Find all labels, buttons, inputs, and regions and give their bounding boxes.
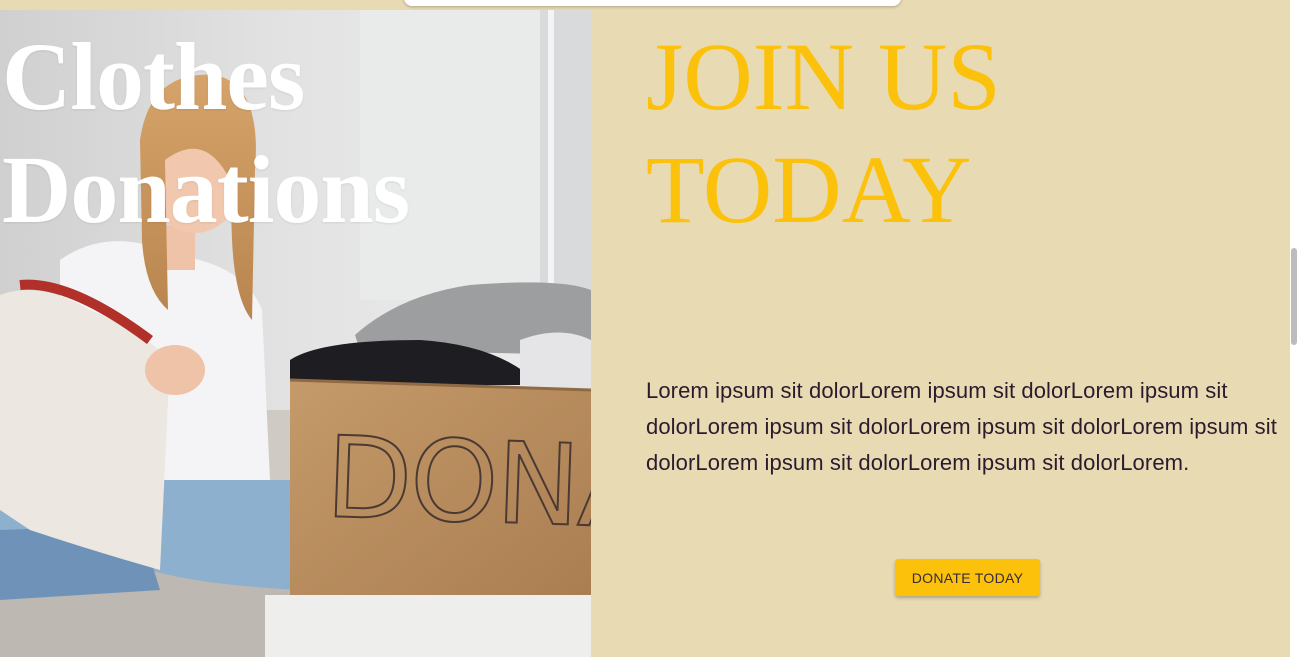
svg-text:DONAT: DONAT xyxy=(324,413,591,556)
join-body-text: Lorem ipsum sit dolorLorem ipsum sit dol… xyxy=(646,378,1277,475)
join-title-line2: TODAY xyxy=(646,136,972,243)
search-bar[interactable] xyxy=(404,0,901,6)
hero-title-line1: Clothes xyxy=(2,23,305,130)
hero-section: DONAT Clothes Donations xyxy=(0,10,591,657)
join-title-line1: JOIN US xyxy=(646,23,1001,130)
page: DONAT Clothes Donations JOIN US TODAY Lo… xyxy=(0,0,1297,657)
scrollbar-thumb[interactable] xyxy=(1291,248,1297,345)
join-section: JOIN US TODAY Lorem ipsum sit dolorLorem… xyxy=(591,10,1290,657)
donate-today-button[interactable]: DONATE TODAY xyxy=(895,559,1040,596)
hero-title: Clothes Donations xyxy=(2,20,410,246)
hero-title-line2: Donations xyxy=(2,136,410,243)
join-title: JOIN US TODAY xyxy=(646,20,1001,246)
